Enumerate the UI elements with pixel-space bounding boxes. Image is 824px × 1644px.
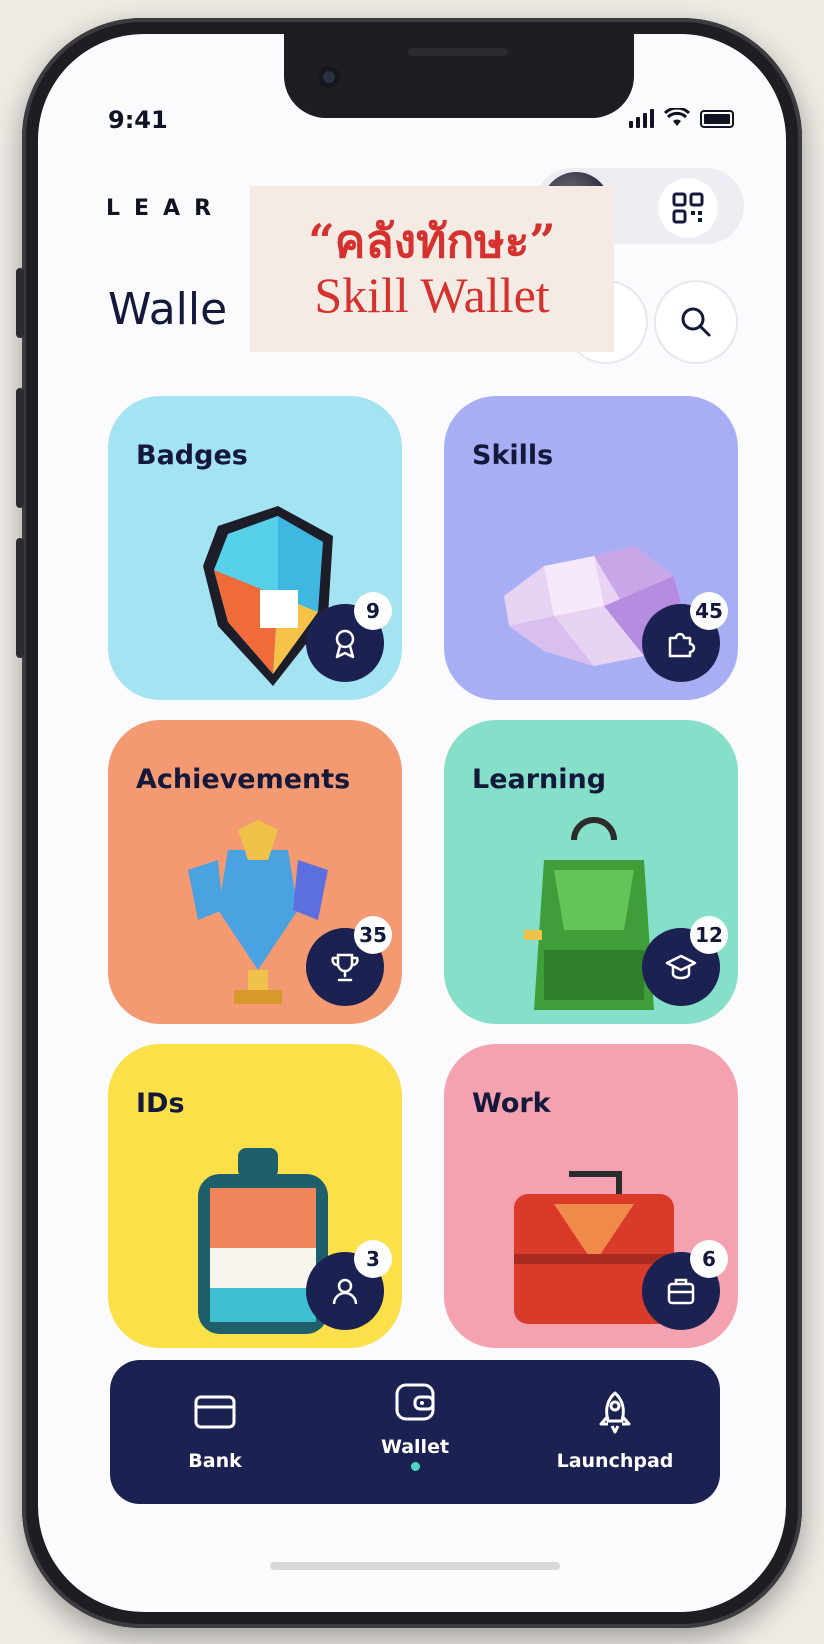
notch [284, 34, 634, 118]
nav-label-launchpad: Launchpad [556, 1450, 674, 1472]
rocket-icon [599, 1391, 631, 1434]
phone-frame: 9:41 LEAR Walle “คลังทักษะ” Skill Wallet… [16, 18, 802, 1628]
volume-down-button [16, 538, 24, 658]
achievements-count: 35 [354, 916, 392, 954]
phone-screen: 9:41 LEAR Walle “คลังทักษะ” Skill Wallet… [38, 34, 786, 1612]
card-title: Badges [136, 440, 248, 471]
bottom-nav: Bank Wallet Launchpad [110, 1360, 720, 1504]
card-ids[interactable]: IDs 3 [108, 1044, 402, 1348]
card-achievements[interactable]: Achievements 35 [108, 720, 402, 1024]
card-badges[interactable]: Badges 9 [108, 396, 402, 700]
page-title: Walle [108, 284, 228, 335]
home-indicator [270, 1562, 560, 1570]
achievements-count-badge: 35 [306, 916, 392, 1006]
card-title: Skills [472, 440, 554, 471]
card-skills[interactable]: Skills 45 [444, 396, 738, 700]
skills-count-badge: 45 [642, 592, 728, 682]
status-icons [629, 108, 734, 128]
user-icon [332, 1278, 358, 1305]
skills-count: 45 [690, 592, 728, 630]
work-count-badge: 6 [642, 1240, 728, 1330]
nav-item-bank[interactable]: Bank [120, 1360, 310, 1504]
badges-count: 9 [354, 592, 392, 630]
wifi-icon [664, 108, 690, 126]
signal-icon [629, 108, 654, 128]
card-work[interactable]: Work 6 [444, 1044, 738, 1348]
battery-icon [700, 110, 734, 128]
card-title: Learning [472, 764, 607, 795]
card-icon [194, 1395, 236, 1429]
nav-item-launchpad[interactable]: Launchpad [520, 1360, 710, 1504]
learning-count-badge: 12 [642, 916, 728, 1006]
camera [318, 66, 340, 88]
mute-switch [16, 268, 24, 338]
card-title: Work [472, 1088, 551, 1119]
qr-code-icon [672, 192, 704, 224]
active-indicator-dot [410, 1462, 420, 1471]
nav-item-wallet[interactable]: Wallet [320, 1360, 510, 1504]
card-learning[interactable]: Learning 12 [444, 720, 738, 1024]
search-icon [681, 307, 711, 337]
speaker [408, 48, 508, 56]
card-title: IDs [136, 1088, 185, 1119]
ribbon-icon [335, 629, 355, 659]
badges-count-badge: 9 [306, 592, 392, 682]
title-overlay: “คลังทักษะ” Skill Wallet [250, 186, 614, 352]
status-time: 9:41 [108, 106, 168, 134]
qr-code-button[interactable] [658, 178, 718, 238]
nav-label-wallet: Wallet [380, 1436, 450, 1458]
card-title: Achievements [136, 764, 351, 795]
overlay-thai-title: “คลังทักษะ” [308, 214, 556, 269]
graduation-cap-icon [665, 954, 697, 980]
ids-count-badge: 3 [306, 1240, 392, 1330]
work-count: 6 [690, 1240, 728, 1278]
nav-label-bank: Bank [188, 1450, 242, 1472]
app-logo: LEAR [106, 196, 226, 221]
overlay-english-title: Skill Wallet [314, 266, 550, 323]
trophy-icon [331, 953, 359, 982]
volume-up-button [16, 388, 24, 508]
wallet-icon [395, 1383, 435, 1421]
search-button[interactable] [654, 280, 738, 364]
briefcase-icon [667, 1278, 695, 1305]
learning-count: 12 [690, 916, 728, 954]
ids-count: 3 [354, 1240, 392, 1278]
puzzle-icon [668, 632, 696, 658]
